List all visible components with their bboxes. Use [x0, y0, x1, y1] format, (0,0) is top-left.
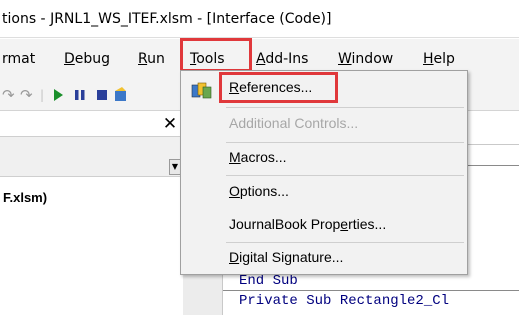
menu-debug[interactable]: Debug	[64, 48, 110, 70]
project-tree: F.xlsm)	[0, 178, 183, 315]
menu-run-accel: R	[138, 51, 148, 67]
menu-item-journalbook-properties[interactable]: JournalBook Properties...	[229, 212, 386, 236]
digital-signature-accel: D	[229, 249, 240, 265]
menu-separator	[226, 107, 464, 108]
menu-item-options[interactable]: Options...	[229, 179, 289, 203]
macros-rest: acros...	[240, 149, 287, 165]
window-title-bar: tions - JRNL1_WS_ITEF.xlsm - [Interface …	[0, 0, 519, 38]
menu-separator	[226, 175, 464, 176]
menu-help-accel: H	[423, 51, 434, 67]
menu-run[interactable]: Run	[138, 48, 165, 70]
menu-item-additional-controls: Additional Controls...	[229, 115, 359, 131]
menu-separator	[226, 142, 464, 143]
references-highlight-box	[219, 72, 338, 103]
options-accel: O	[229, 183, 240, 199]
menu-addins-rest: dd-Ins	[265, 51, 309, 67]
digital-signature-rest: igital Signature...	[239, 249, 344, 265]
menu-item-digital-signature[interactable]: Digital Signature...	[229, 245, 343, 269]
tools-highlight-box	[180, 38, 252, 72]
menu-window-rest: indow	[351, 51, 394, 67]
undo-icon[interactable]: ↷	[2, 87, 15, 103]
menu-help[interactable]: Help	[423, 48, 455, 70]
menu-add-ins[interactable]: Add-Ins	[256, 48, 308, 70]
project-node[interactable]: F.xlsm)	[3, 190, 47, 205]
project-panel-header: ✕	[0, 111, 183, 137]
code-separator	[223, 290, 519, 291]
window-title: tions - JRNL1_WS_ITEF.xlsm - [Interface …	[2, 11, 332, 27]
macros-accel: M	[229, 149, 241, 165]
break-icon[interactable]	[74, 89, 86, 105]
menu-debug-rest: ebug	[74, 51, 111, 67]
run-icon[interactable]	[52, 88, 64, 104]
menu-window[interactable]: Window	[338, 48, 393, 70]
toolbar-separator: |	[40, 88, 45, 102]
menu-separator	[226, 242, 464, 243]
code-line: Private Sub Rectangle2_Cl	[239, 293, 450, 309]
menu-run-rest: un	[147, 51, 165, 67]
menu-window-accel: W	[338, 51, 352, 67]
properties-pre: JournalBook Prop	[229, 216, 341, 232]
close-icon[interactable]: ✕	[161, 114, 179, 134]
menu-debug-accel: D	[64, 51, 75, 67]
properties-rest: rties...	[348, 216, 387, 232]
menu-addins-accel: A	[256, 51, 266, 67]
reset-icon[interactable]	[96, 89, 108, 105]
references-icon	[191, 82, 212, 99]
menu-format[interactable]: rmat	[2, 48, 35, 70]
menu-help-rest: elp	[433, 51, 455, 67]
project-panel-toolbar: ▼	[0, 137, 183, 177]
design-mode-icon[interactable]	[114, 86, 128, 102]
redo-icon[interactable]: ↷	[20, 87, 33, 103]
menu-item-macros[interactable]: Macros...	[229, 145, 287, 169]
properties-accel: e	[340, 216, 349, 232]
options-rest: ptions...	[239, 183, 289, 199]
